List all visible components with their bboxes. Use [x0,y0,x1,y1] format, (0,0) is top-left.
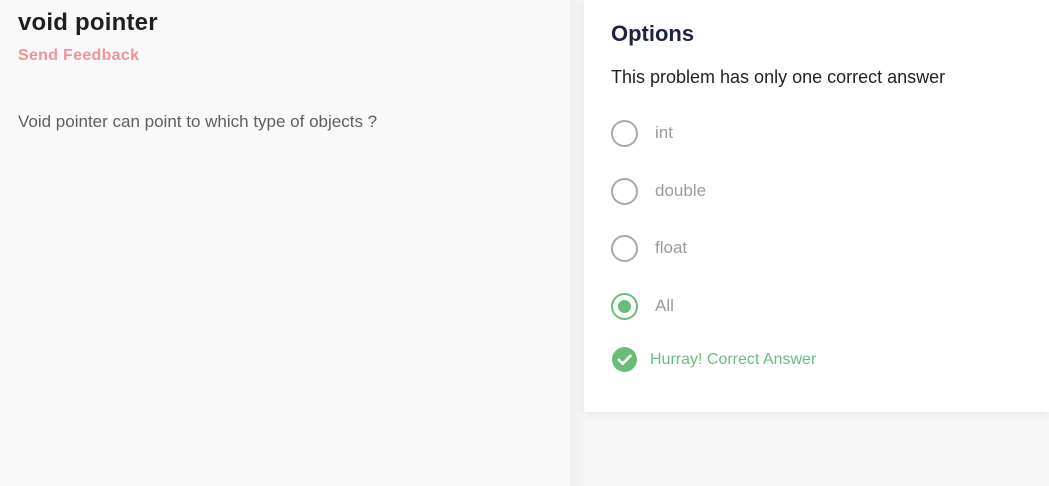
pane-divider[interactable] [570,0,584,486]
send-feedback-link[interactable]: Send Feedback [18,47,139,65]
option-label: float [655,238,688,257]
problem-page: void pointer Send Feedback Void pointer … [0,0,1049,486]
option-label: All [655,296,674,315]
radio-button[interactable] [611,177,638,205]
option-double[interactable]: double [611,177,706,205]
question-text: Void pointer can point to which type of … [18,112,378,131]
result-message: Hurray! Correct Answer [612,347,816,372]
problem-title: void pointer [18,9,158,36]
radio-button-selected[interactable] [611,292,638,320]
options-instruction: This problem has only one correct answer [611,67,946,87]
option-label: double [655,181,707,200]
problem-pane: void pointer Send Feedback Void pointer … [0,0,570,486]
check-circle-icon [612,347,637,372]
result-text: Hurray! Correct Answer [650,350,817,368]
options-card: Options This problem has only one correc… [584,0,1049,412]
option-int[interactable]: int [611,119,673,147]
radio-button[interactable] [611,119,638,147]
option-label: int [655,123,673,142]
option-all[interactable]: All [611,292,674,320]
option-float[interactable]: float [611,234,687,262]
radio-button[interactable] [611,234,638,262]
options-heading: Options [611,21,695,46]
